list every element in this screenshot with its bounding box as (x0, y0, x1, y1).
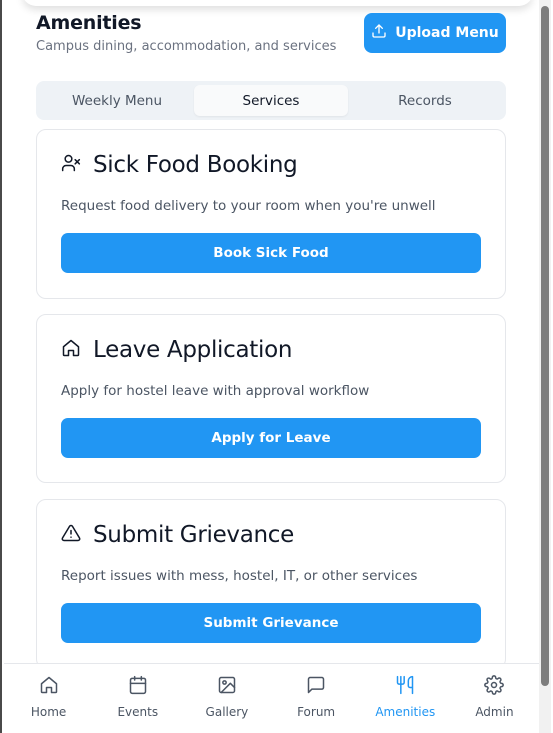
upload-icon (371, 23, 387, 43)
bottom-navigation: Home Events Gallery Forum Amenities Admi… (4, 663, 539, 733)
card-header: Leave Application (61, 337, 292, 363)
calendar-icon (128, 675, 148, 699)
message-square-icon (306, 675, 326, 699)
upload-menu-button[interactable]: Upload Menu (364, 13, 506, 53)
nav-label: Amenities (375, 704, 436, 719)
card-header: Sick Food Booking (61, 152, 298, 178)
card-title: Sick Food Booking (93, 152, 298, 178)
utensils-icon (395, 675, 415, 699)
user-x-icon (61, 153, 81, 177)
tab-records[interactable]: Records (348, 85, 502, 116)
app-frame: Amenities Campus dining, accommodation, … (0, 0, 553, 733)
settings-icon (484, 674, 505, 699)
upload-menu-label: Upload Menu (395, 25, 499, 41)
card-title: Submit Grievance (93, 522, 294, 548)
alert-triangle-icon (61, 523, 81, 547)
nav-item-home[interactable]: Home (4, 664, 93, 733)
home-icon (39, 675, 59, 699)
card-title: Leave Application (93, 337, 293, 363)
card-header: Submit Grievance (61, 522, 294, 548)
scrollbar-thumb[interactable] (541, 6, 549, 686)
card-description: Report issues with mess, hostel, IT, or … (61, 568, 418, 584)
tab-weekly-menu[interactable]: Weekly Menu (40, 85, 194, 116)
book-sick-food-button[interactable]: Book Sick Food (61, 233, 481, 273)
nav-item-amenities[interactable]: Amenities (361, 664, 450, 733)
grievance-card: Submit Grievance Report issues with mess… (36, 499, 506, 669)
home-icon (61, 338, 81, 362)
nav-item-forum[interactable]: Forum (272, 664, 361, 733)
nav-label: Forum (297, 704, 336, 719)
amenities-tabs: Weekly Menu Services Records (36, 81, 506, 120)
sick-food-card: Sick Food Booking Request food delivery … (36, 129, 506, 299)
leave-application-card: Leave Application Apply for hostel leave… (36, 314, 506, 483)
nav-item-gallery[interactable]: Gallery (182, 664, 271, 733)
card-description: Request food delivery to your room when … (61, 198, 436, 214)
card-description: Apply for hostel leave with approval wor… (61, 383, 370, 399)
nav-item-events[interactable]: Events (93, 664, 182, 733)
nav-label: Events (117, 704, 159, 719)
nav-label: Admin (475, 704, 514, 719)
top-shadow (22, 0, 533, 6)
nav-label: Home (30, 704, 67, 719)
image-icon (217, 675, 237, 699)
tab-services[interactable]: Services (194, 85, 348, 116)
nav-label: Gallery (205, 704, 249, 719)
submit-grievance-button[interactable]: Submit Grievance (61, 603, 481, 643)
apply-for-leave-button[interactable]: Apply for Leave (61, 418, 481, 458)
nav-item-admin[interactable]: Admin (450, 664, 539, 733)
